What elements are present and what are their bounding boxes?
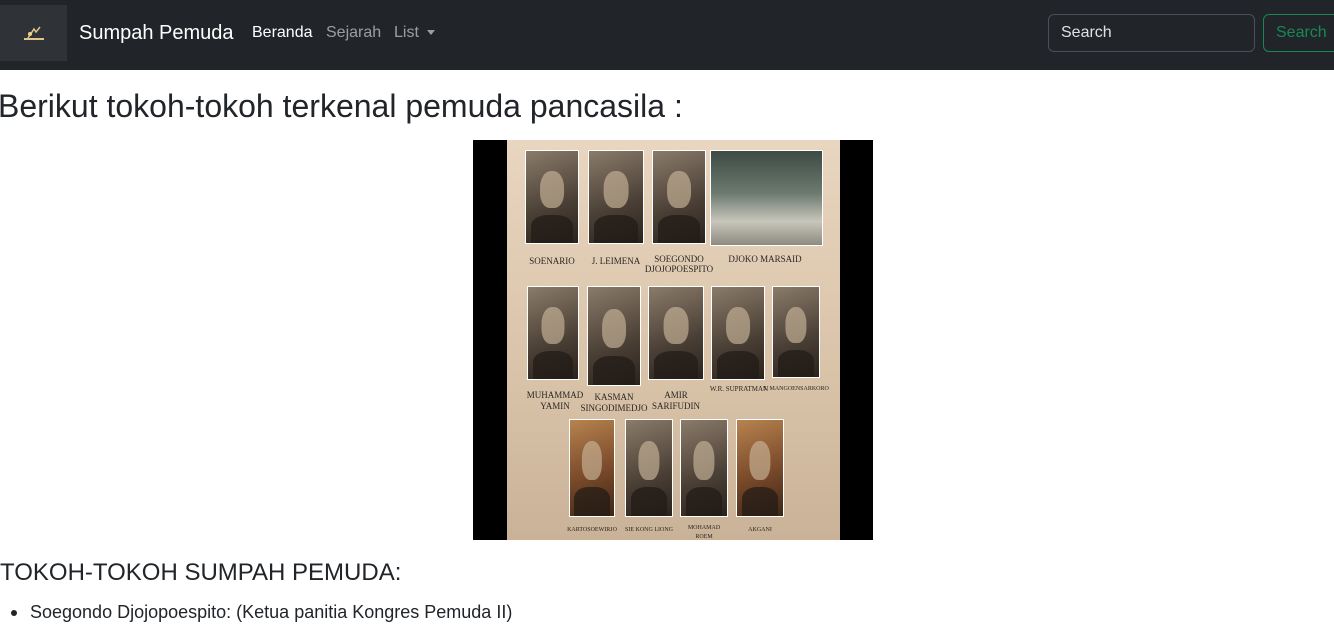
portrait-akgani — [736, 419, 784, 517]
nav-link-beranda[interactable]: Beranda — [252, 24, 313, 42]
caption: DJOJOPOESPITO — [644, 264, 714, 274]
search-input[interactable] — [1048, 14, 1255, 52]
caption: SOENARIO — [529, 256, 575, 266]
portrait-supratman — [711, 286, 765, 380]
portrait-kasman — [587, 286, 641, 386]
caption: W.R. SUPRATMAN — [709, 385, 769, 393]
list-item: Soegondo Djojopoespito: (Ketua panitia K… — [11, 602, 513, 623]
caption: YAMIN — [540, 401, 570, 411]
portrait-soegondo — [652, 150, 706, 244]
caption: S. MANGOENSARKORO — [763, 386, 829, 392]
navbar: Sumpah Pemuda Beranda Sejarah List Searc… — [0, 0, 1334, 70]
portrait-soenario — [525, 150, 579, 244]
caption: ROEM — [695, 534, 713, 540]
portrait-mohamad-roem — [680, 419, 728, 517]
caption: SIE KONG LIONG — [625, 527, 673, 533]
portrait-mangoensarkoro — [772, 286, 820, 378]
navbar-brand[interactable]: Sumpah Pemuda — [79, 22, 234, 45]
portrait-sie-kong-liong — [625, 419, 673, 517]
caption: AMIR — [664, 390, 688, 400]
portrait-leimena — [588, 150, 644, 244]
tokoh-image: SOENARIO J. LEIMENA SOEGONDO DJOJOPOESPI… — [473, 140, 873, 540]
list-item-text: Soegondo Djojopoespito: (Ketua panitia K… — [30, 602, 513, 622]
portrait-kartosoewirjo — [569, 419, 615, 517]
page-title: Berikut tokoh-tokoh terkenal pemuda panc… — [0, 88, 683, 124]
caption: SOEGONDO — [654, 254, 704, 264]
caption: J. LEIMENA — [591, 256, 641, 266]
caption: SARIFUDIN — [651, 401, 701, 411]
caption: DJOKO MARSAID — [728, 254, 802, 264]
portrait-djoko-marsaid — [710, 150, 823, 246]
poster: SOENARIO J. LEIMENA SOEGONDO DJOJOPOESPI… — [507, 140, 840, 540]
bullet-icon — [11, 610, 17, 616]
section-heading: TOKOH-TOKOH SUMPAH PEMUDA: — [0, 559, 402, 586]
nav-link-sejarah[interactable]: Sejarah — [326, 24, 381, 42]
nav-dropdown-label: List — [394, 24, 419, 41]
search-button[interactable]: Search — [1263, 14, 1334, 52]
portrait-amir — [648, 286, 704, 380]
chevron-down-icon — [426, 30, 435, 36]
tokoh-list: Soegondo Djojopoespito: (Ketua panitia K… — [11, 602, 513, 623]
nav-dropdown-list[interactable]: List — [394, 24, 435, 42]
caption: AKGANI — [748, 527, 772, 533]
logo-icon — [23, 26, 44, 40]
caption: KARTOSOEWIRJO — [567, 527, 617, 533]
caption: KASMAN — [594, 392, 634, 402]
portrait-yamin — [527, 286, 579, 380]
caption: MUHAMMAD — [526, 390, 584, 400]
caption: SINGODIMEDJO — [580, 403, 648, 413]
logo[interactable] — [0, 5, 67, 61]
